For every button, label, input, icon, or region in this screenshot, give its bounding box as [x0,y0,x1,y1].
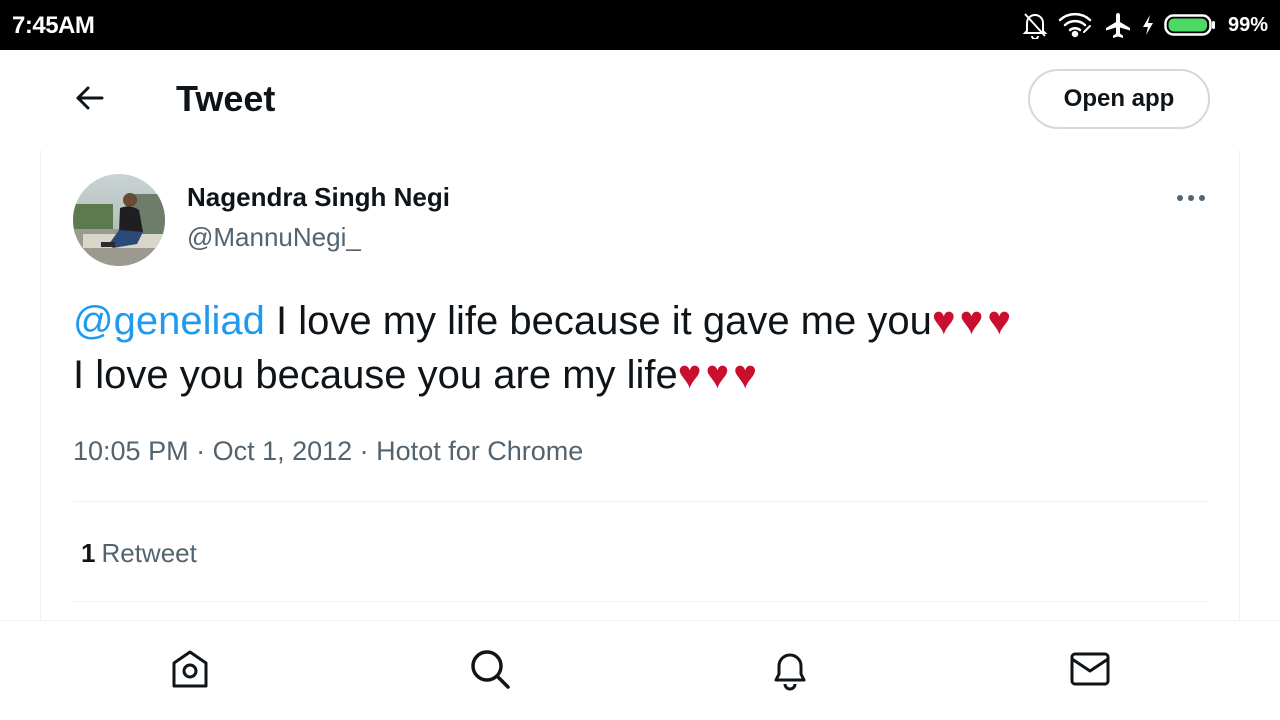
meta-separator: · [188,436,213,466]
status-icons: 99% [1022,8,1268,42]
mention-link[interactable]: @geneliad [73,299,265,343]
back-button[interactable] [64,74,116,126]
status-time: 7:45AM [12,12,95,39]
back-arrow-icon [74,84,106,117]
home-icon [168,647,212,696]
battery-percent: 99% [1227,13,1268,36]
tweet-meta: 10:05 PM · Oct 1, 2012 · Hotot for Chrom… [73,436,583,467]
charging-icon [1142,14,1154,36]
meta-separator: · [352,436,377,466]
tweet-text: @geneliad I love my life because it gave… [73,294,1193,402]
notifications-off-icon [1022,11,1048,39]
nav-explore[interactable] [462,643,518,699]
more-options-icon [1176,189,1206,207]
tweet-text-line1: I love my life because it gave me you [264,299,932,343]
more-options-button[interactable] [1171,180,1211,216]
tweet-text-line2: I love you because you are my life [73,353,678,397]
battery-icon [1164,12,1216,38]
retweet-count[interactable]: 1 Retweet [81,538,197,569]
tweet-source[interactable]: Hotot for Chrome [376,436,583,466]
header: Tweet Open app [0,50,1280,150]
open-app-button[interactable]: Open app [1028,69,1210,129]
heart-emoji-group: ♥♥♥ [931,299,1016,343]
status-bar: 7:45AM 99% [0,0,1280,50]
nav-home[interactable] [162,643,218,699]
heart-emoji-group: ♥♥♥ [677,353,762,397]
nav-notifications[interactable] [762,643,818,699]
wifi-icon [1058,12,1094,38]
page-title: Tweet [176,78,276,119]
author-name[interactable]: Nagendra Singh Negi [187,182,450,213]
search-icon [468,647,512,696]
tweet-date[interactable]: Oct 1, 2012 [213,436,353,466]
tweet-card: Nagendra Singh Negi @MannuNegi_ @genelia… [40,150,1240,620]
tweet-time[interactable]: 10:05 PM [73,436,189,466]
author-handle[interactable]: @MannuNegi_ [187,222,361,253]
nav-messages[interactable] [1062,643,1118,699]
bottom-nav [0,620,1280,720]
retweet-count-value: 1 [81,538,96,568]
divider [73,501,1209,502]
bell-icon [768,647,812,696]
avatar[interactable] [73,174,165,266]
mail-icon [1068,647,1112,696]
airplane-icon [1104,11,1132,39]
retweet-label: Retweet [101,538,197,568]
divider [73,601,1209,602]
